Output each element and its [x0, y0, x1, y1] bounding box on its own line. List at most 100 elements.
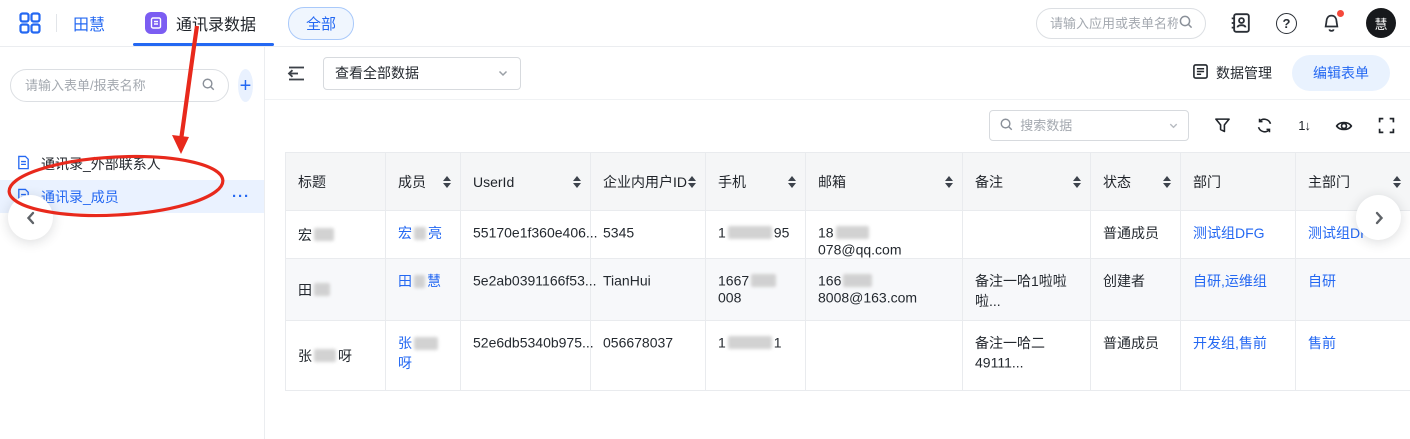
table-row[interactable]: 宏宏亮55170e1f360e406...534519518078@qq.com… [286, 211, 1410, 259]
sort-icon[interactable] [443, 176, 451, 188]
global-search[interactable] [1036, 8, 1206, 39]
column-header[interactable]: 手机 [706, 153, 806, 211]
view-toolbar: 查看全部数据 数据管理 编辑表单 [265, 47, 1410, 100]
cell[interactable]: 测试组DFG [1181, 211, 1296, 259]
cell[interactable]: 自研,运维组 [1181, 259, 1296, 321]
cell: 创建者 [1091, 259, 1181, 321]
view-filter-select[interactable]: 查看全部数据 [323, 57, 521, 90]
cell[interactable]: 宏亮 [386, 211, 461, 259]
cell-text: 普通成员 [1103, 335, 1159, 351]
cell: 195 [706, 211, 806, 259]
chevron-left-icon [22, 209, 40, 227]
cell-text: 8008@163.com [818, 290, 917, 306]
scope-all-button[interactable]: 全部 [288, 7, 354, 40]
sort-icon[interactable] [788, 176, 796, 188]
notification-bell-icon[interactable] [1321, 13, 1342, 34]
cell-text: 自研 [1308, 273, 1336, 289]
sort-order-icon[interactable]: 1↓ [1298, 118, 1310, 133]
app-window: 田慧 通讯录数据 全部 [0, 0, 1410, 439]
sort-icon[interactable] [688, 176, 696, 188]
cell-text: 田 [398, 273, 412, 289]
contacts-book-icon[interactable] [1230, 12, 1252, 34]
fullscreen-icon[interactable] [1378, 117, 1395, 134]
data-manage-button[interactable]: 数据管理 [1192, 63, 1272, 83]
apps-grid-icon[interactable] [18, 11, 42, 35]
global-search-input[interactable] [1050, 16, 1178, 31]
column-header[interactable]: 备注 [963, 153, 1091, 211]
sort-icon[interactable] [1393, 176, 1401, 188]
collapse-sidebar-icon[interactable] [287, 65, 306, 82]
cell-text: 55170e1f360e406... [473, 224, 598, 240]
column-header[interactable]: 成员 [386, 153, 461, 211]
sort-icon[interactable] [945, 176, 953, 188]
table-row[interactable]: 张呀张呀52e6db5340b975...05667803711备注一哈二491… [286, 321, 1410, 391]
tab-contacts-data[interactable]: 通讯录数据 [145, 0, 256, 46]
cell: 1667008 [706, 259, 806, 321]
cell-text: 测试组DFG [1193, 225, 1265, 241]
avatar[interactable]: 慧 [1366, 8, 1396, 38]
cell-text: 95 [774, 224, 790, 240]
form-document-icon [1192, 63, 1209, 83]
edit-form-button[interactable]: 编辑表单 [1292, 55, 1390, 91]
cell[interactable]: 开发组,售前 [1181, 321, 1296, 391]
visibility-eye-icon[interactable] [1335, 117, 1353, 135]
collapse-panel-button[interactable] [8, 195, 53, 240]
cell[interactable]: 自研 [1296, 259, 1410, 321]
sidebar-item-label: 通讯录_成员 [41, 187, 119, 207]
column-header[interactable]: 状态 [1091, 153, 1181, 211]
cell-text: 宏 [398, 225, 412, 241]
column-header[interactable]: UserId [461, 153, 591, 211]
chevron-down-icon [1168, 120, 1179, 131]
data-search-input[interactable] [1020, 118, 1162, 133]
cell-text: 备注一哈1啦啦啦... [975, 273, 1067, 309]
data-search-row: 1↓ [265, 100, 1410, 151]
cell-text: 备注一哈二49111... [975, 335, 1045, 370]
column-label: 成员 [398, 172, 426, 192]
sort-icon[interactable] [1163, 176, 1171, 188]
data-search[interactable] [989, 110, 1189, 141]
cell: 5345 [591, 211, 706, 259]
cell[interactable]: 张呀 [386, 321, 461, 391]
cell: 55170e1f360e406... [461, 211, 591, 259]
redacted-text [414, 275, 425, 288]
cell[interactable]: 田慧 [386, 259, 461, 321]
cell-text: 166 [818, 272, 841, 288]
cell-text: 078@qq.com [818, 242, 901, 258]
divider [56, 14, 57, 32]
cell-text: 5345 [603, 224, 634, 240]
column-header[interactable]: 邮箱 [806, 153, 963, 211]
redacted-text [314, 228, 334, 241]
form-search-input[interactable] [25, 78, 201, 93]
cell: TianHui [591, 259, 706, 321]
data-manage-label: 数据管理 [1216, 63, 1272, 83]
workspace-link[interactable]: 田慧 [73, 11, 105, 35]
table-row[interactable]: 田田慧 5e2ab0391166f53...TianHui1667008 166 80… [286, 259, 1410, 321]
cell-text: 5e2ab0391166f53... [473, 272, 597, 288]
search-icon [999, 117, 1014, 135]
topbar: 田慧 通讯录数据 全部 [0, 0, 1410, 47]
sort-icon[interactable] [573, 176, 581, 188]
form-search[interactable] [10, 69, 229, 102]
app-icon [145, 12, 167, 34]
search-icon [1178, 14, 1194, 33]
sidebar-item-external-contacts[interactable]: 通讯录_外部联系人 [0, 147, 264, 180]
notification-badge [1337, 10, 1344, 17]
cell-text: 开发组,售前 [1193, 335, 1267, 351]
cell[interactable]: 售前 [1296, 321, 1410, 391]
sidebar-item-label: 通讯录_外部联系人 [41, 154, 161, 174]
chevron-down-icon [497, 67, 509, 79]
column-header[interactable]: 企业内用户ID [591, 153, 706, 211]
add-form-button[interactable]: + [238, 69, 253, 102]
scroll-right-button[interactable] [1356, 195, 1401, 240]
sort-icon[interactable] [1073, 176, 1081, 188]
redacted-text [728, 226, 772, 239]
help-icon[interactable]: ? [1276, 13, 1297, 34]
more-options-icon[interactable]: ··· [232, 188, 250, 205]
filter-icon[interactable] [1214, 117, 1231, 134]
cell-text: 慧 [427, 273, 441, 289]
cell-text: 1667 [718, 272, 749, 288]
search-icon [201, 77, 216, 95]
active-tab-underline [133, 43, 274, 46]
refresh-icon[interactable] [1256, 117, 1273, 134]
chevron-right-icon [1370, 209, 1388, 227]
